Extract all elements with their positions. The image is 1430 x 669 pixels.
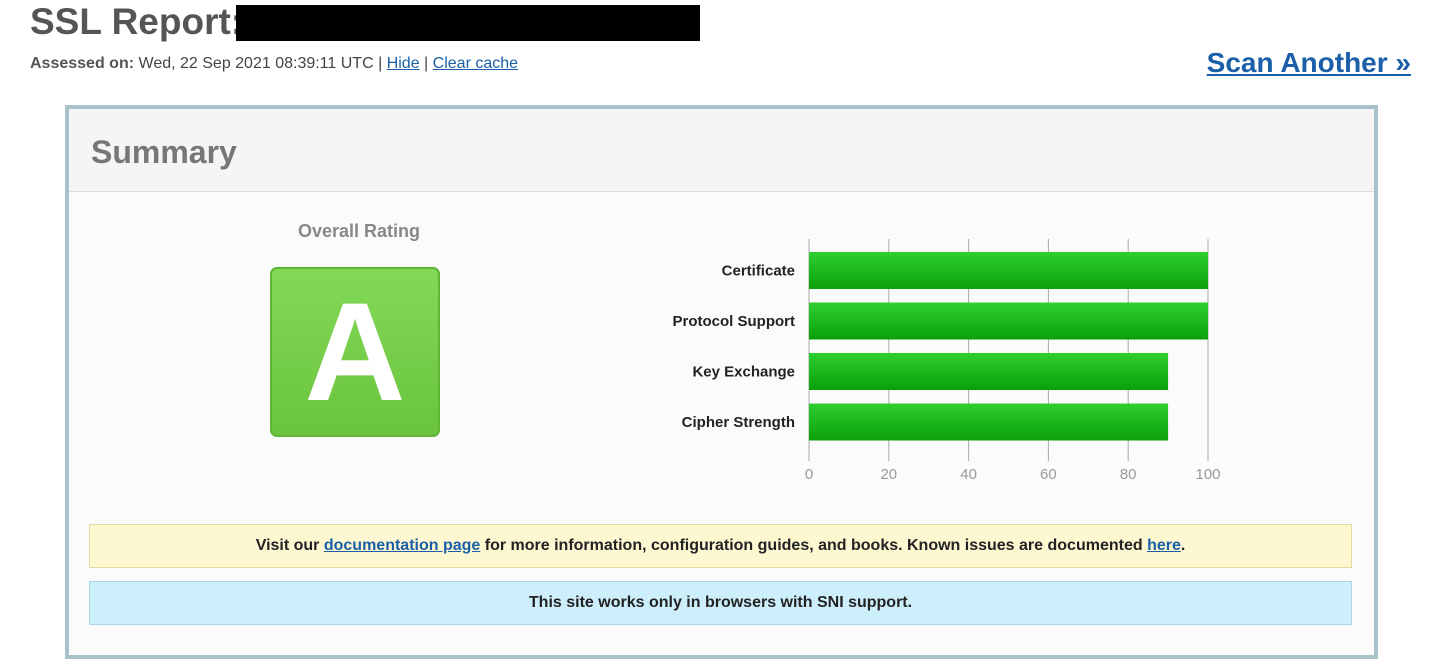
bar-cipher-strength <box>809 403 1169 441</box>
x-tick-label: 80 <box>1120 466 1137 483</box>
x-tick-label: 40 <box>960 466 977 483</box>
summary-panel: Summary Overall Rating A 0 20 40 60 80 100 Cer… <box>65 105 1378 659</box>
doc-notice-suffix: . <box>1180 537 1186 554</box>
redacted-hostname <box>236 5 700 41</box>
ssl-report-page: SSL Report: Assessed on: Wed, 22 Sep 202… <box>0 0 1430 669</box>
sni-notice: This site works only in browsers with SN… <box>89 581 1352 625</box>
separator: | <box>378 55 383 72</box>
summary-header: Summary <box>69 109 1374 192</box>
assessed-value: Wed, 22 Sep 2021 08:39:11 UTC <box>138 55 374 72</box>
x-tick-label: 20 <box>880 466 897 483</box>
overall-rating-label: Overall Rating <box>297 221 421 241</box>
rating-chart: 0 20 40 60 80 100 Certificate Protocol Support K… <box>673 239 1221 483</box>
category-label: Protocol Support <box>673 313 796 330</box>
known-issues-here-link[interactable]: here <box>1147 537 1181 554</box>
x-tick-label: 60 <box>1040 466 1057 483</box>
category-label: Certificate <box>722 263 795 280</box>
bar-certificate <box>809 252 1208 289</box>
bar-protocol-support <box>809 302 1208 340</box>
assessed-label: Assessed on: <box>30 55 135 72</box>
hide-link[interactable]: Hide <box>387 55 420 72</box>
category-label: Key Exchange <box>692 364 795 381</box>
summary-title: Summary <box>91 134 237 170</box>
documentation-notice: Visit our documentation page for more in… <box>89 524 1352 568</box>
doc-notice-prefix: Visit our <box>255 537 320 554</box>
bar-key-exchange <box>809 353 1169 390</box>
scan-another-link[interactable]: Scan Another » <box>1207 46 1411 80</box>
x-tick-label: 100 <box>1195 466 1220 483</box>
separator: | <box>424 55 429 72</box>
doc-notice-middle: for more information, configuration guid… <box>484 537 1143 554</box>
grade-badge: A <box>270 267 440 437</box>
category-label: Cipher Strength <box>682 414 795 431</box>
clear-cache-link[interactable]: Clear cache <box>433 55 518 72</box>
documentation-page-link[interactable]: documentation page <box>324 537 480 554</box>
x-tick-label: 0 <box>805 466 813 483</box>
assessed-line: Assessed on: Wed, 22 Sep 2021 08:39:11 U… <box>30 54 518 74</box>
page-title: SSL Report: <box>30 1 244 42</box>
